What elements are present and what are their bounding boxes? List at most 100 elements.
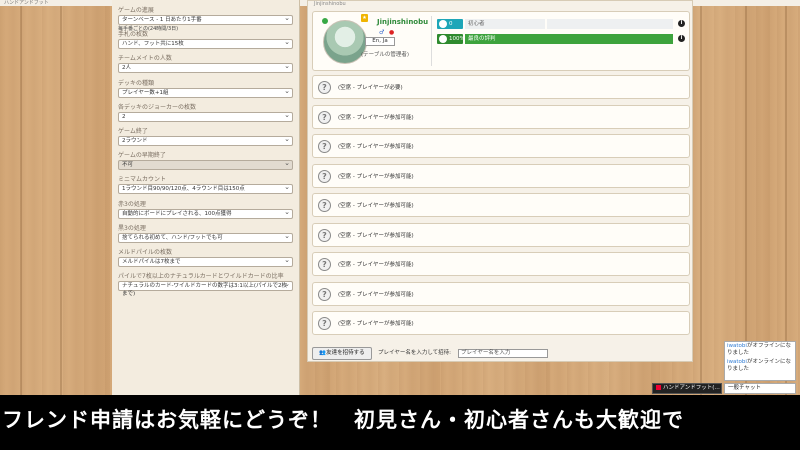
setting-label: ゲームの進展 bbox=[118, 7, 154, 14]
setting-select[interactable]: ハンド、フット共に15枚 bbox=[118, 38, 293, 50]
seat-row[interactable]: ? (空席 - プレイヤーが参加可能) bbox=[312, 104, 690, 129]
seat-row[interactable]: ? (空席 - プレイヤーが参加可能) bbox=[312, 281, 690, 306]
setting-select[interactable]: ターンベース - 1 日あたり1手番 bbox=[118, 14, 293, 25]
caption-band: フレンド申請はお気軽にどうぞ！ 初見さん・初心者さんも大歓迎で bbox=[0, 395, 800, 450]
language-box: En, Ja bbox=[365, 37, 395, 46]
invite-button-label: 友達を招待する bbox=[326, 350, 365, 356]
seat-status: (空席 - プレイヤーが参加可能) bbox=[338, 291, 414, 298]
setting-group: ミニマムカウント 1ラウンド目90/90/120点、4ラウンド目は150点 bbox=[118, 175, 293, 199]
setting-group: ゲーム終了 2ラウンド bbox=[118, 127, 293, 151]
setting-label: 各デッキのジョーカーの枚数 bbox=[118, 103, 197, 111]
invite-friends-button[interactable]: 👥友達を招待する bbox=[312, 347, 372, 360]
game-tab[interactable]: ハンドアンドフット(… bbox=[652, 383, 722, 394]
seat-status: (空席 - プレイヤーが参加可能) bbox=[338, 114, 414, 121]
seat-row[interactable]: ? (空席 - プレイヤーが参加可能) bbox=[312, 193, 690, 217]
seat-row[interactable]: ? (空席 - プレイヤーが参加可能) bbox=[312, 134, 690, 158]
card-divider bbox=[431, 16, 432, 66]
seat-status: (空席 - プレイヤーが参加可能) bbox=[338, 321, 414, 327]
setting-select[interactable]: ナチュラルのカード-ワイルドカードの数字は3:1以上(パイルで2枚まで) bbox=[118, 280, 293, 297]
seat-status: (空席 - プレイヤーが参加可能) bbox=[338, 144, 414, 150]
reputation-badge: 100% bbox=[437, 34, 465, 44]
setting-select[interactable]: 2ラウンド bbox=[118, 135, 293, 146]
setting-group: デッキの種類 プレイヤー数+1組 bbox=[118, 79, 293, 103]
question-icon: ? bbox=[318, 317, 331, 330]
setting-label: 赤3の処理 bbox=[118, 200, 146, 208]
setting-label: デッキの種類 bbox=[118, 79, 155, 87]
online-status-icon bbox=[322, 18, 328, 24]
seat-row[interactable]: ? (空席 - プレイヤーが参加可能) bbox=[312, 222, 690, 247]
seat-status: (空席 - プレイヤーが必要) bbox=[338, 85, 403, 91]
setting-label: パイルで7枚以上のナチュラルカードとワイルドカードの比率 bbox=[118, 273, 284, 281]
question-icon: ? bbox=[318, 169, 331, 183]
reputation-label: 最良の評判 bbox=[465, 34, 673, 44]
setting-label: 黒3の処理 bbox=[118, 224, 146, 232]
player-name-input[interactable]: プレイヤー名を入力 bbox=[458, 349, 548, 358]
table-header: Jinjinshinobu bbox=[314, 1, 346, 7]
chat-user[interactable]: iwatobi bbox=[727, 343, 747, 349]
setting-select[interactable]: 2人 bbox=[118, 62, 293, 74]
setting-label: ゲーム終了 bbox=[118, 127, 148, 135]
avatar-wrap bbox=[319, 16, 371, 68]
level-row: 0 初心者 i bbox=[437, 19, 685, 29]
chat-message: iwatobiがオフラインになりました bbox=[725, 342, 795, 358]
setting-group: 手札の枚数 ハンド、フット共に15枚 bbox=[118, 30, 293, 54]
player-name[interactable]: Jinjinshinobu bbox=[377, 18, 428, 26]
level-badge: 0 bbox=[437, 19, 463, 29]
flag-icon: ● bbox=[389, 29, 395, 36]
info-icon[interactable]: i bbox=[678, 20, 685, 27]
table-admin-note: (テーブルの管理者) bbox=[361, 52, 409, 58]
reputation-icon bbox=[439, 35, 447, 43]
seat-status: (空席 - プレイヤーが参加可能) bbox=[338, 203, 414, 209]
setting-label: ミニマムカウント bbox=[118, 176, 167, 184]
setting-select[interactable]: プレイヤー数+1組 bbox=[118, 87, 293, 98]
reputation-row: 100% 最良の評判 i bbox=[437, 34, 685, 44]
setting-group: 黒3の処理 捨てられる初めて、ハンド/フットでも可 bbox=[118, 224, 293, 248]
invite-label: プレイヤー名を入力して招待: bbox=[378, 350, 452, 356]
level-value: 0 bbox=[449, 21, 453, 27]
setting-label: チームメイトの人数 bbox=[118, 55, 172, 63]
setting-group: チームメイトの人数 2人 bbox=[118, 54, 293, 78]
question-icon: ? bbox=[318, 258, 331, 271]
setting-select[interactable]: メルドパイルは7枚まで bbox=[118, 256, 293, 267]
chat-user[interactable]: iwatobi bbox=[727, 359, 747, 365]
setting-select[interactable]: 2 bbox=[118, 111, 293, 122]
seat-status: (空席 - プレイヤーが参加可能) bbox=[338, 232, 414, 239]
reputation-value: 100% bbox=[449, 36, 465, 42]
premium-badge-icon: ★ bbox=[361, 14, 368, 22]
seat-status: (空席 - プレイヤーが参加可能) bbox=[338, 262, 414, 268]
seat-row[interactable]: ? (空席 - プレイヤーが必要) bbox=[312, 75, 690, 99]
info-icon[interactable]: i bbox=[678, 35, 685, 42]
question-icon: ? bbox=[318, 110, 331, 124]
setting-select[interactable]: 自動的にボードにプレイされる、100点獲得 bbox=[118, 208, 293, 219]
player-card: ★ Jinjinshinobu ♂ ● En, Ja (テーブルの管理者) 0 … bbox=[312, 11, 690, 71]
seat-row[interactable]: ? (空席 - プレイヤーが参加可能) bbox=[312, 163, 690, 188]
table-panel: Jinjinshinobu ★ Jinjinshinobu ♂ ● En, Ja… bbox=[307, 0, 693, 362]
setting-group: メルドパイルの枚数 メルドパイルは7枚まで bbox=[118, 248, 293, 272]
setting-label: 手札の枚数 bbox=[118, 31, 149, 39]
general-chat-button[interactable]: 一般チャット bbox=[724, 383, 796, 394]
question-icon: ? bbox=[318, 287, 331, 301]
seat-status: (空席 - プレイヤーが参加可能) bbox=[338, 173, 414, 180]
setting-group: 赤3の処理 自動的にボードにプレイされる、100点獲得 bbox=[118, 200, 293, 224]
setting-select[interactable]: 不可 bbox=[118, 159, 293, 171]
setting-group: ゲームの早期終了 不可 bbox=[118, 151, 293, 175]
question-icon: ? bbox=[318, 199, 331, 212]
setting-group: 各デッキのジョーカーの枚数 2 bbox=[118, 103, 293, 127]
setting-select[interactable]: 1ラウンド目90/90/120点、4ラウンド目は150点 bbox=[118, 183, 293, 195]
setting-group: パイルで7枚以上のナチュラルカードとワイルドカードの比率 ナチュラルのカード-ワイ… bbox=[118, 272, 293, 297]
level-progress-track bbox=[547, 19, 673, 29]
question-icon: ? bbox=[318, 81, 331, 94]
setting-label: メルドパイルの枚数 bbox=[118, 248, 173, 256]
seat-row[interactable]: ? (空席 - プレイヤーが参加可能) bbox=[312, 311, 690, 335]
chat-message: iwatobiがオンラインになりました bbox=[725, 358, 795, 374]
setting-group: ゲームの進展ターンベース - 1 日あたり1手番毎手番ごとの(24時間/3日) bbox=[118, 6, 293, 32]
level-label: 初心者 bbox=[465, 19, 545, 29]
setting-select[interactable]: 捨てられる初めて、ハンド/フットでも可 bbox=[118, 232, 293, 243]
chat-panel[interactable]: iwatobiがオフラインになりました iwatobiがオンラインになりました bbox=[724, 341, 796, 381]
male-icon: ♂ bbox=[379, 29, 385, 36]
seat-row[interactable]: ? (空席 - プレイヤーが参加可能) bbox=[312, 252, 690, 276]
question-icon: ? bbox=[318, 140, 331, 153]
level-icon bbox=[439, 20, 447, 28]
game-settings-panel: ゲームの進展ターンベース - 1 日あたり1手番毎手番ごとの(24時間/3日)手… bbox=[112, 0, 300, 395]
question-icon: ? bbox=[318, 228, 331, 242]
